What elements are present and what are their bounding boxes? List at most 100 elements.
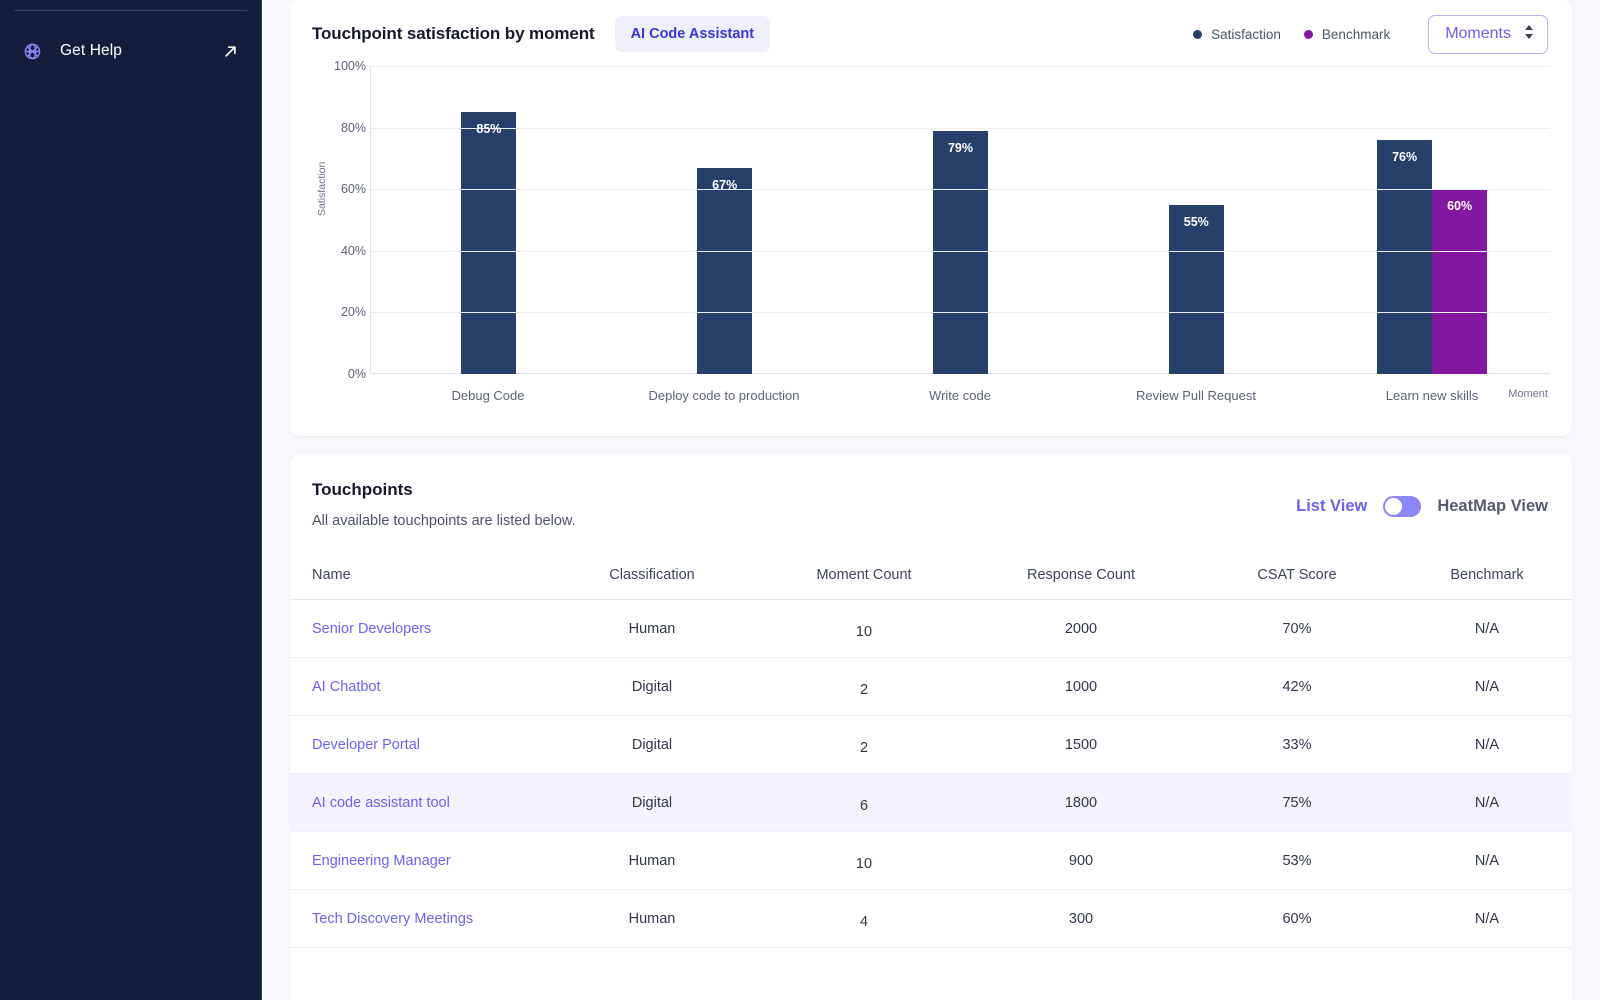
heatmap-view-label[interactable]: HeatMap View bbox=[1437, 497, 1548, 516]
bar-group: 55% bbox=[1078, 66, 1314, 374]
cell-name[interactable]: AI Chatbot bbox=[290, 657, 546, 716]
view-mode-switch[interactable] bbox=[1383, 496, 1422, 517]
cell-response-count: 1000 bbox=[970, 657, 1192, 716]
bar-satisfaction[interactable]: 67% bbox=[697, 167, 753, 374]
table-row[interactable]: Engineering Manager Human 10 900 53% N/A bbox=[290, 831, 1572, 890]
bar-value-label: 79% bbox=[947, 140, 973, 155]
y-axis-tick-label: 40% bbox=[340, 243, 366, 258]
touchpoints-title: Touchpoints bbox=[312, 480, 413, 499]
list-view-label[interactable]: List View bbox=[1296, 497, 1367, 516]
y-axis-tick-label: 60% bbox=[340, 182, 366, 197]
legend-label-benchmark: Benchmark bbox=[1321, 26, 1391, 42]
table-row[interactable]: AI Chatbot Digital 2 1000 42% N/A bbox=[290, 657, 1572, 716]
chart-title: Touchpoint satisfaction by moment bbox=[312, 24, 595, 43]
touchpoints-table: Name Classification Moment Count Respons… bbox=[290, 555, 1572, 948]
cell-response-count: 1800 bbox=[970, 773, 1192, 832]
cell-name[interactable]: Developer Portal bbox=[290, 715, 546, 774]
app-root: Get Help Touchpoint satisfaction by mome… bbox=[0, 0, 1600, 1000]
x-axis-tick-label: Write code bbox=[929, 388, 991, 403]
cell-classification: Human bbox=[546, 889, 758, 948]
cell-response-count: 1500 bbox=[970, 715, 1192, 774]
bar-satisfaction[interactable]: 55% bbox=[1168, 204, 1224, 374]
cell-moment-count: 6 bbox=[758, 773, 970, 832]
bar-benchmark[interactable]: 60% bbox=[1432, 189, 1488, 374]
cell-benchmark: N/A bbox=[1402, 599, 1572, 658]
bar-satisfaction[interactable]: 85% bbox=[461, 112, 517, 374]
sidebar-item-label: Get Help bbox=[60, 42, 122, 59]
gridline bbox=[371, 66, 1550, 67]
col-header-moment-count[interactable]: Moment Count bbox=[758, 555, 970, 600]
y-axis-tick-label: 20% bbox=[340, 305, 366, 320]
cell-moment-count: 10 bbox=[758, 831, 970, 890]
bar-group: 85% bbox=[371, 66, 607, 374]
y-axis-ticks: 0% 20% 40% 60% 80% 100% bbox=[312, 59, 366, 381]
stepper-chevrons-icon bbox=[1523, 23, 1535, 46]
y-axis-tick-label: 100% bbox=[334, 59, 366, 73]
bar-value-label: 76% bbox=[1392, 149, 1418, 164]
cell-csat-score: 53% bbox=[1192, 831, 1402, 890]
table-row[interactable]: Developer Portal Digital 2 1500 33% N/A bbox=[290, 715, 1572, 774]
chart-legend: Satisfaction Benchmark bbox=[1193, 27, 1404, 42]
x-axis-title: Moment bbox=[1508, 388, 1548, 400]
cell-response-count: 2000 bbox=[970, 599, 1192, 658]
touchpoints-header: Touchpoints All available touchpoints ar… bbox=[290, 454, 1572, 529]
chart-card: Touchpoint satisfaction by moment AI Cod… bbox=[290, 0, 1572, 436]
cell-moment-count: 2 bbox=[758, 657, 970, 716]
moments-select-button[interactable]: Moments bbox=[1428, 14, 1548, 54]
x-axis-labels: Debug Code Deploy code to production Write… bbox=[370, 378, 1550, 403]
cell-benchmark: N/A bbox=[1402, 715, 1572, 774]
ai-code-assistant-chip[interactable]: AI Code Assistant bbox=[614, 15, 771, 53]
cell-response-count: 300 bbox=[970, 889, 1192, 948]
legend-dot-benchmark bbox=[1303, 29, 1313, 39]
cell-csat-score: 70% bbox=[1192, 599, 1402, 658]
table-row[interactable]: AI code assistant tool Digital 6 1800 75% N/A bbox=[290, 773, 1572, 832]
cell-response-count: 900 bbox=[970, 831, 1192, 890]
cell-csat-score: 75% bbox=[1192, 773, 1402, 832]
view-toggle: List View HeatMap View bbox=[1296, 480, 1548, 517]
touchpoints-card: Touchpoints All available touchpoints ar… bbox=[290, 454, 1572, 1000]
cell-csat-score: 33% bbox=[1192, 715, 1402, 774]
gridline bbox=[371, 189, 1550, 191]
sidebar: Get Help bbox=[0, 0, 262, 1000]
col-header-benchmark[interactable]: Benchmark bbox=[1402, 555, 1572, 600]
cell-benchmark: N/A bbox=[1402, 889, 1572, 948]
col-header-csat-score[interactable]: CSAT Score bbox=[1192, 555, 1402, 600]
y-axis-tick-label: 80% bbox=[340, 120, 366, 135]
bar-group: 76% 60% bbox=[1314, 66, 1550, 374]
legend-label-satisfaction: Satisfaction bbox=[1211, 26, 1281, 42]
cell-name[interactable]: Senior Developers bbox=[290, 599, 546, 658]
bar-satisfaction[interactable]: 76% bbox=[1377, 139, 1433, 374]
sidebar-item-get-help[interactable]: Get Help bbox=[0, 31, 261, 71]
cell-benchmark: N/A bbox=[1402, 831, 1572, 890]
cell-name[interactable]: AI code assistant tool bbox=[290, 773, 546, 832]
cell-name[interactable]: Engineering Manager bbox=[290, 831, 546, 890]
x-axis-tick-label: Review Pull Request bbox=[1136, 388, 1256, 403]
gridline bbox=[371, 127, 1550, 129]
y-axis-tick-label: 0% bbox=[347, 367, 366, 381]
bar-satisfaction[interactable]: 79% bbox=[932, 130, 988, 374]
bar-value-label: 85% bbox=[476, 122, 502, 137]
bar-group: 67% bbox=[607, 66, 843, 374]
moments-select-label: Moments bbox=[1445, 25, 1511, 42]
x-axis-tick-label: Deploy code to production bbox=[648, 388, 800, 403]
cell-name[interactable]: Tech Discovery Meetings bbox=[290, 889, 546, 948]
table-row[interactable]: Senior Developers Human 10 2000 70% N/A bbox=[290, 599, 1572, 658]
cell-csat-score: 42% bbox=[1192, 657, 1402, 716]
bar-value-label: 60% bbox=[1447, 199, 1473, 214]
switch-knob bbox=[1385, 498, 1403, 515]
external-link-icon bbox=[221, 42, 239, 60]
table-row[interactable]: Tech Discovery Meetings Human 4 300 60% N/A bbox=[290, 889, 1572, 948]
x-axis-tick-label: Debug Code bbox=[451, 388, 525, 403]
cell-classification: Digital bbox=[546, 657, 758, 716]
col-header-name[interactable]: Name bbox=[290, 555, 546, 600]
cell-benchmark: N/A bbox=[1402, 657, 1572, 716]
main-content: Touchpoint satisfaction by moment AI Cod… bbox=[262, 0, 1600, 1000]
table-body: Senior Developers Human 10 2000 70% N/A AI Cha… bbox=[290, 599, 1572, 948]
table-header-row: Name Classification Moment Count Respons… bbox=[290, 555, 1572, 600]
col-header-classification[interactable]: Classification bbox=[546, 555, 758, 600]
cell-benchmark: N/A bbox=[1402, 773, 1572, 832]
touchpoints-subtitle: All available touchpoints are listed bel… bbox=[312, 513, 576, 529]
cell-csat-score: 60% bbox=[1192, 889, 1402, 948]
col-header-response-count[interactable]: Response Count bbox=[970, 555, 1192, 600]
gridline bbox=[371, 250, 1550, 252]
